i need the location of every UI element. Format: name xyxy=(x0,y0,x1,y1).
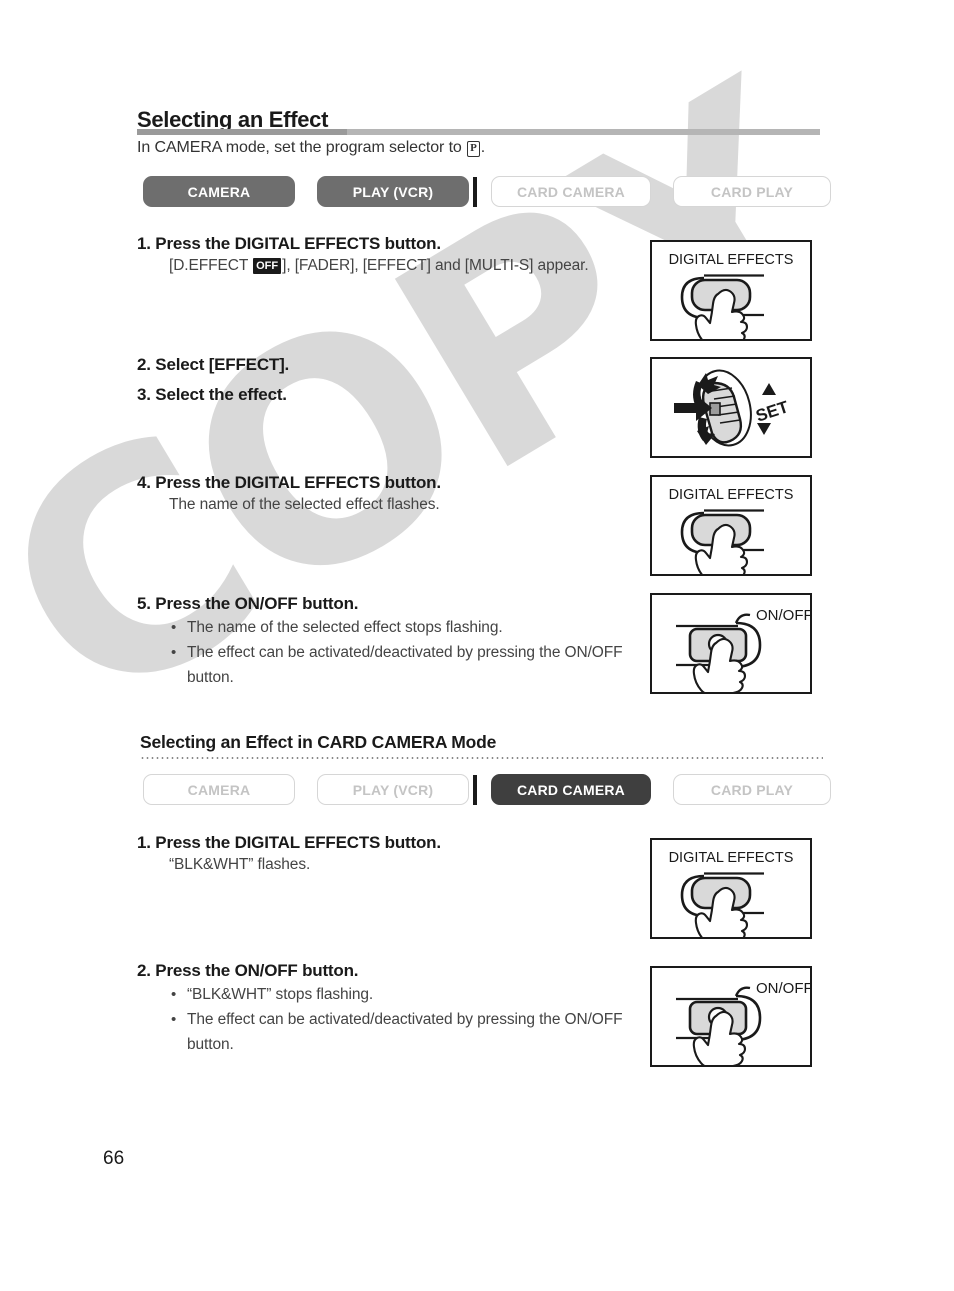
section-2-heading-wrap: Selecting an Effect in CARD CAMERA Mode xyxy=(140,732,823,759)
on-off-button-icon: ON/OFF xyxy=(676,607,810,692)
on-off-button-icon-2: ON/OFF xyxy=(676,980,810,1065)
section-2-step-2-bullet-1: “BLK&WHT” stops flashing. xyxy=(169,982,647,1007)
step-1-subtext-after: ], [FADER], [EFFECT] and [MULTI-S] appea… xyxy=(282,257,589,274)
section-2-step-2-bullet-2: The effect can be activated/deactivated … xyxy=(169,1007,647,1057)
intro-text-before: In CAMERA mode, set the program selector… xyxy=(137,139,467,156)
step-5-bullet-2: The effect can be activated/deactivated … xyxy=(169,640,647,690)
mode-button-play-vcr[interactable]: PLAY (VCR) xyxy=(317,176,469,207)
svg-text:DIGITAL EFFECTS: DIGITAL EFFECTS xyxy=(669,487,794,503)
mode-bar-card-camera: CAMERA PLAY (VCR) CARD CAMERA CARD PLAY xyxy=(143,774,831,805)
step-5-bullets: The name of the selected effect stops fl… xyxy=(169,615,647,690)
step-3-title: 3. Select the effect. xyxy=(137,385,287,404)
off-badge: OFF xyxy=(253,258,282,274)
step-1-subtext-before: [D.EFFECT xyxy=(169,257,253,274)
illustration-on-off-2: ON/OFF xyxy=(650,966,812,1067)
digital-effects-button-icon: DIGITAL EFFECTS xyxy=(669,252,794,339)
intro-text-after: . xyxy=(480,139,486,156)
svg-text:ON/OFF: ON/OFF xyxy=(756,980,810,997)
illustration-digital-effects-1: DIGITAL EFFECTS xyxy=(650,240,812,341)
step-1-subtext: [D.EFFECT OFF], [FADER], [EFFECT] and [M… xyxy=(169,255,647,277)
digital-effects-button-icon-3: DIGITAL EFFECTS xyxy=(669,850,794,937)
page-number: 66 xyxy=(103,1148,125,1169)
mode-button-card-play-2[interactable]: CARD PLAY xyxy=(673,774,831,805)
set-dial-icon: SET xyxy=(674,369,791,447)
svg-text:DIGITAL EFFECTS: DIGITAL EFFECTS xyxy=(669,850,794,866)
mode-button-card-camera[interactable]: CARD CAMERA xyxy=(491,176,651,207)
step-1: 1. Press the DIGITAL EFFECTS button. [D.… xyxy=(137,233,647,277)
step-1-title: 1. Press the DIGITAL EFFECTS button. xyxy=(137,234,441,253)
intro-text: In CAMERA mode, set the program selector… xyxy=(137,139,485,157)
step-3: 3. Select the effect. xyxy=(137,384,647,406)
illustration-set-dial: SET xyxy=(650,357,812,458)
mode-button-camera[interactable]: CAMERA xyxy=(143,176,295,207)
step-4: 4. Press the DIGITAL EFFECTS button. The… xyxy=(137,472,647,516)
section-2-step-1-subtext: “BLK&WHT” flashes. xyxy=(169,856,311,873)
digital-effects-button-icon-2: DIGITAL EFFECTS xyxy=(669,487,794,574)
document-page: Selecting an Effect In CAMERA mode, set … xyxy=(0,0,954,1291)
step-4-subtext: The name of the selected effect flashes. xyxy=(169,496,440,513)
svg-text:SET: SET xyxy=(753,397,791,425)
step-2-title: 2. Select [EFFECT]. xyxy=(137,355,290,374)
svg-text:DIGITAL EFFECTS: DIGITAL EFFECTS xyxy=(669,252,794,268)
illustration-digital-effects-2: DIGITAL EFFECTS xyxy=(650,475,812,576)
step-4-title: 4. Press the DIGITAL EFFECTS button. xyxy=(137,473,441,492)
mode-button-card-camera-2[interactable]: CARD CAMERA xyxy=(491,774,651,805)
mode-bar-divider-2 xyxy=(473,774,477,805)
step-5: 5. Press the ON/OFF button. The name of … xyxy=(137,593,647,690)
section-2-title: Selecting an Effect in CARD CAMERA Mode xyxy=(140,732,497,752)
heading-rule-accent xyxy=(137,129,347,135)
mode-bar-divider xyxy=(473,176,477,207)
mode-button-play-vcr-2[interactable]: PLAY (VCR) xyxy=(317,774,469,805)
step-5-title: 5. Press the ON/OFF button. xyxy=(137,594,359,613)
mode-bar-top: CAMERA PLAY (VCR) CARD CAMERA CARD PLAY xyxy=(143,176,831,207)
step-5-bullet-1: The name of the selected effect stops fl… xyxy=(169,615,647,640)
mode-button-card-play[interactable]: CARD PLAY xyxy=(673,176,831,207)
illustration-digital-effects-3: DIGITAL EFFECTS xyxy=(650,838,812,939)
program-selector-p-badge: P xyxy=(467,140,480,157)
section-2-dotted-rule xyxy=(140,757,823,759)
section-2-step-2-title: 2. Press the ON/OFF button. xyxy=(137,961,359,980)
section-2-step-1: 1. Press the DIGITAL EFFECTS button. “BL… xyxy=(137,832,647,876)
step-2: 2. Select [EFFECT]. xyxy=(137,354,647,376)
illustration-on-off-1: ON/OFF xyxy=(650,593,812,694)
section-2-step-2: 2. Press the ON/OFF button. “BLK&WHT” st… xyxy=(137,960,647,1057)
svg-text:ON/OFF: ON/OFF xyxy=(756,607,810,624)
section-2-step-1-title: 1. Press the DIGITAL EFFECTS button. xyxy=(137,833,441,852)
mode-button-camera-2[interactable]: CAMERA xyxy=(143,774,295,805)
section-2-step-2-bullets: “BLK&WHT” stops flashing. The effect can… xyxy=(169,982,647,1057)
